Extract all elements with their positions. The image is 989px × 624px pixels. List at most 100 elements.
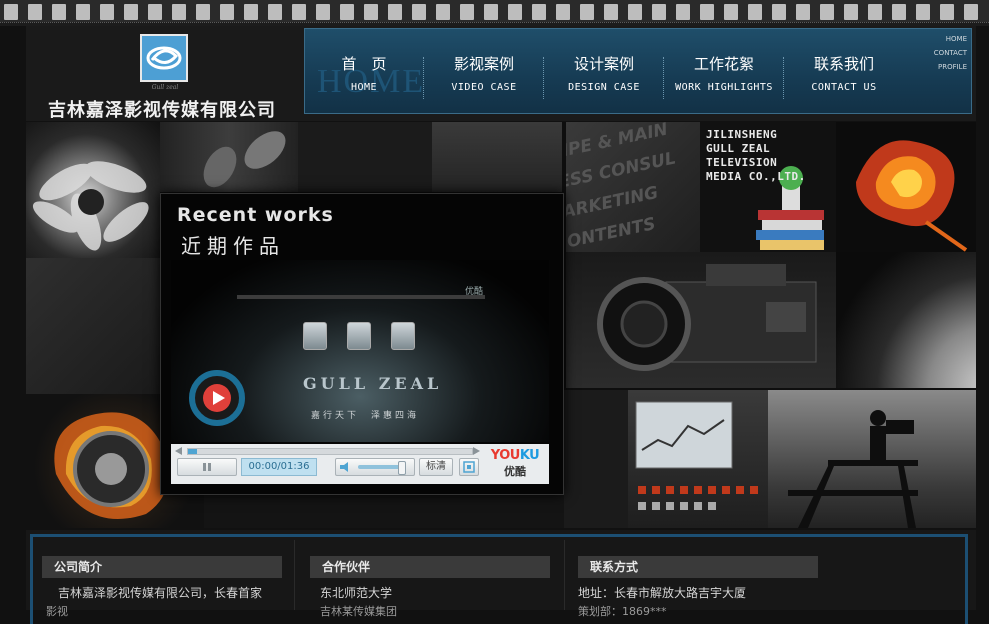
fire-rose-icon — [856, 140, 968, 252]
film-hole — [508, 4, 522, 20]
pause-icon — [203, 463, 211, 471]
menu-cube-icon[interactable] — [347, 322, 371, 350]
film-hole — [772, 4, 786, 20]
volume-track[interactable] — [358, 461, 407, 475]
film-hole — [292, 4, 306, 20]
film-hole — [100, 4, 114, 20]
film-hole — [700, 4, 714, 20]
film-hole — [604, 4, 618, 20]
planet-image — [836, 252, 976, 388]
video-menu-icons — [303, 322, 415, 350]
video-screen[interactable]: 优酷 GULL ZEAL 嘉行天下 泽惠四海 — [171, 260, 549, 442]
film-hole — [124, 4, 138, 20]
camera-image — [566, 252, 836, 388]
film-hole — [220, 4, 234, 20]
film-holes — [4, 4, 978, 20]
partner-link[interactable]: 东北师范大学 — [310, 584, 550, 601]
recent-works-title-cn: 近期作品 — [181, 234, 285, 258]
film-hole — [76, 4, 90, 20]
film-hole — [28, 4, 42, 20]
youku-logo-en-a: YOU — [490, 448, 521, 463]
progress-track[interactable] — [187, 448, 473, 455]
volume-control[interactable] — [335, 458, 415, 476]
company-english-name: JILINSHENG GULL ZEAL TELEVISION MEDIA CO… — [706, 128, 806, 184]
film-hole — [412, 4, 426, 20]
film-hole — [388, 4, 402, 20]
menu-card-icon[interactable] — [303, 322, 327, 350]
console-icon — [635, 401, 758, 510]
fullscreen-icon — [463, 461, 475, 473]
youku-logo[interactable]: YOUKU 优酷 — [487, 448, 543, 479]
nav-item-contact-us[interactable]: 联系我们 CONTACT US — [785, 53, 903, 93]
quick-link-profile[interactable]: PROFILE — [934, 60, 967, 74]
nav-item-label-cn: 联系我们 — [813, 55, 874, 73]
film-hole — [628, 4, 642, 20]
film-hole — [484, 4, 498, 20]
film-hole — [340, 4, 354, 20]
volume-knob[interactable] — [398, 461, 407, 475]
recent-works-panel: Recent works 近期作品 优酷 GULL ZEAL 嘉行天下 泽惠四海… — [160, 193, 564, 495]
menu-projector-icon[interactable] — [391, 322, 415, 350]
company-logo[interactable] — [140, 34, 188, 82]
company-english-line: GULL ZEAL — [706, 142, 771, 155]
nav-item-label-cn: 设计案例 — [573, 55, 634, 73]
video-provider-label: 优酷 — [464, 287, 483, 297]
fullscreen-button[interactable] — [459, 458, 479, 476]
film-hole — [820, 4, 834, 20]
film-hole — [556, 4, 570, 20]
film-strip-border — [0, 0, 989, 26]
nav-item-home[interactable]: 首 页 HOME — [305, 53, 423, 93]
footer-about-text: 吉林嘉泽影视传媒有限公司，长春首家 — [58, 586, 263, 600]
nav-item-work-highlights[interactable]: 工作花絮 WORK HIGHLIGHTS — [665, 53, 783, 93]
company-english-line: TELEVISION — [706, 156, 778, 169]
film-hole — [52, 4, 66, 20]
dark-tile — [298, 122, 432, 192]
film-crew-image — [768, 390, 976, 528]
typography-texture: NPE & MAIN ESS CONSUL ARKETING ONTENTS — [566, 122, 700, 252]
footer-about-text-2: 影视 — [46, 605, 68, 618]
youku-logo-cn: 优酷 — [504, 465, 526, 478]
text-texture-icon: NPE & MAIN ESS CONSUL ARKETING ONTENTS — [566, 122, 678, 252]
film-hole — [268, 4, 282, 20]
petal-image — [160, 122, 298, 192]
footer-contact-phone: 策划部：1869*** — [578, 605, 667, 618]
film-hole — [364, 4, 378, 20]
seek-left-icon[interactable] — [175, 447, 183, 455]
film-hole — [676, 4, 690, 20]
film-hole — [436, 4, 450, 20]
progress-fill — [188, 449, 197, 454]
footer-divider — [294, 540, 295, 610]
quick-link-home[interactable]: HOME — [934, 32, 967, 46]
pause-button[interactable] — [177, 458, 237, 476]
dark-tile-4 — [564, 390, 628, 528]
footer-divider — [564, 540, 565, 610]
nav-item-label-en: VIDEO CASE — [451, 82, 517, 93]
video-camera-icon — [597, 264, 817, 371]
quality-button[interactable]: 标清 — [419, 458, 453, 476]
main-nav: HOME 首 页 HOME 影视案例 VIDEO CASE 设计案例 DESIG… — [304, 28, 972, 114]
big-play-button[interactable] — [189, 370, 245, 426]
nav-item-video-case[interactable]: 影视案例 VIDEO CASE — [425, 53, 543, 93]
dark-tile-2 — [26, 258, 160, 394]
crane-silhouette-icon — [788, 410, 918, 528]
video-slogan: 嘉行天下 泽惠四海 — [311, 411, 420, 421]
video-screen-bar — [237, 295, 485, 299]
nav-item-label-en: DESIGN CASE — [568, 82, 640, 93]
partner-link-2[interactable]: 吉林某传媒集团 — [310, 603, 550, 619]
nav-item-design-case[interactable]: 设计案例 DESIGN CASE — [545, 53, 663, 93]
seek-right-icon[interactable] — [473, 447, 481, 455]
footer-partners-heading: 合作伙伴 — [310, 556, 550, 578]
film-hole — [196, 4, 210, 20]
video-controls: 00:00/01:36 标清 YOUKU 优酷 — [171, 444, 549, 484]
film-hole — [868, 4, 882, 20]
video-brand-text: GULL ZEAL — [303, 374, 443, 393]
film-hole — [748, 4, 762, 20]
footer-about-heading: 公司简介 — [42, 556, 282, 578]
film-hole — [316, 4, 330, 20]
nav-item-label-cn: 工作花絮 — [693, 55, 754, 73]
film-hole — [916, 4, 930, 20]
film-hole — [964, 4, 978, 20]
quick-link-contact[interactable]: CONTACT — [934, 46, 967, 60]
film-hole — [580, 4, 594, 20]
flower-image — [26, 122, 160, 258]
